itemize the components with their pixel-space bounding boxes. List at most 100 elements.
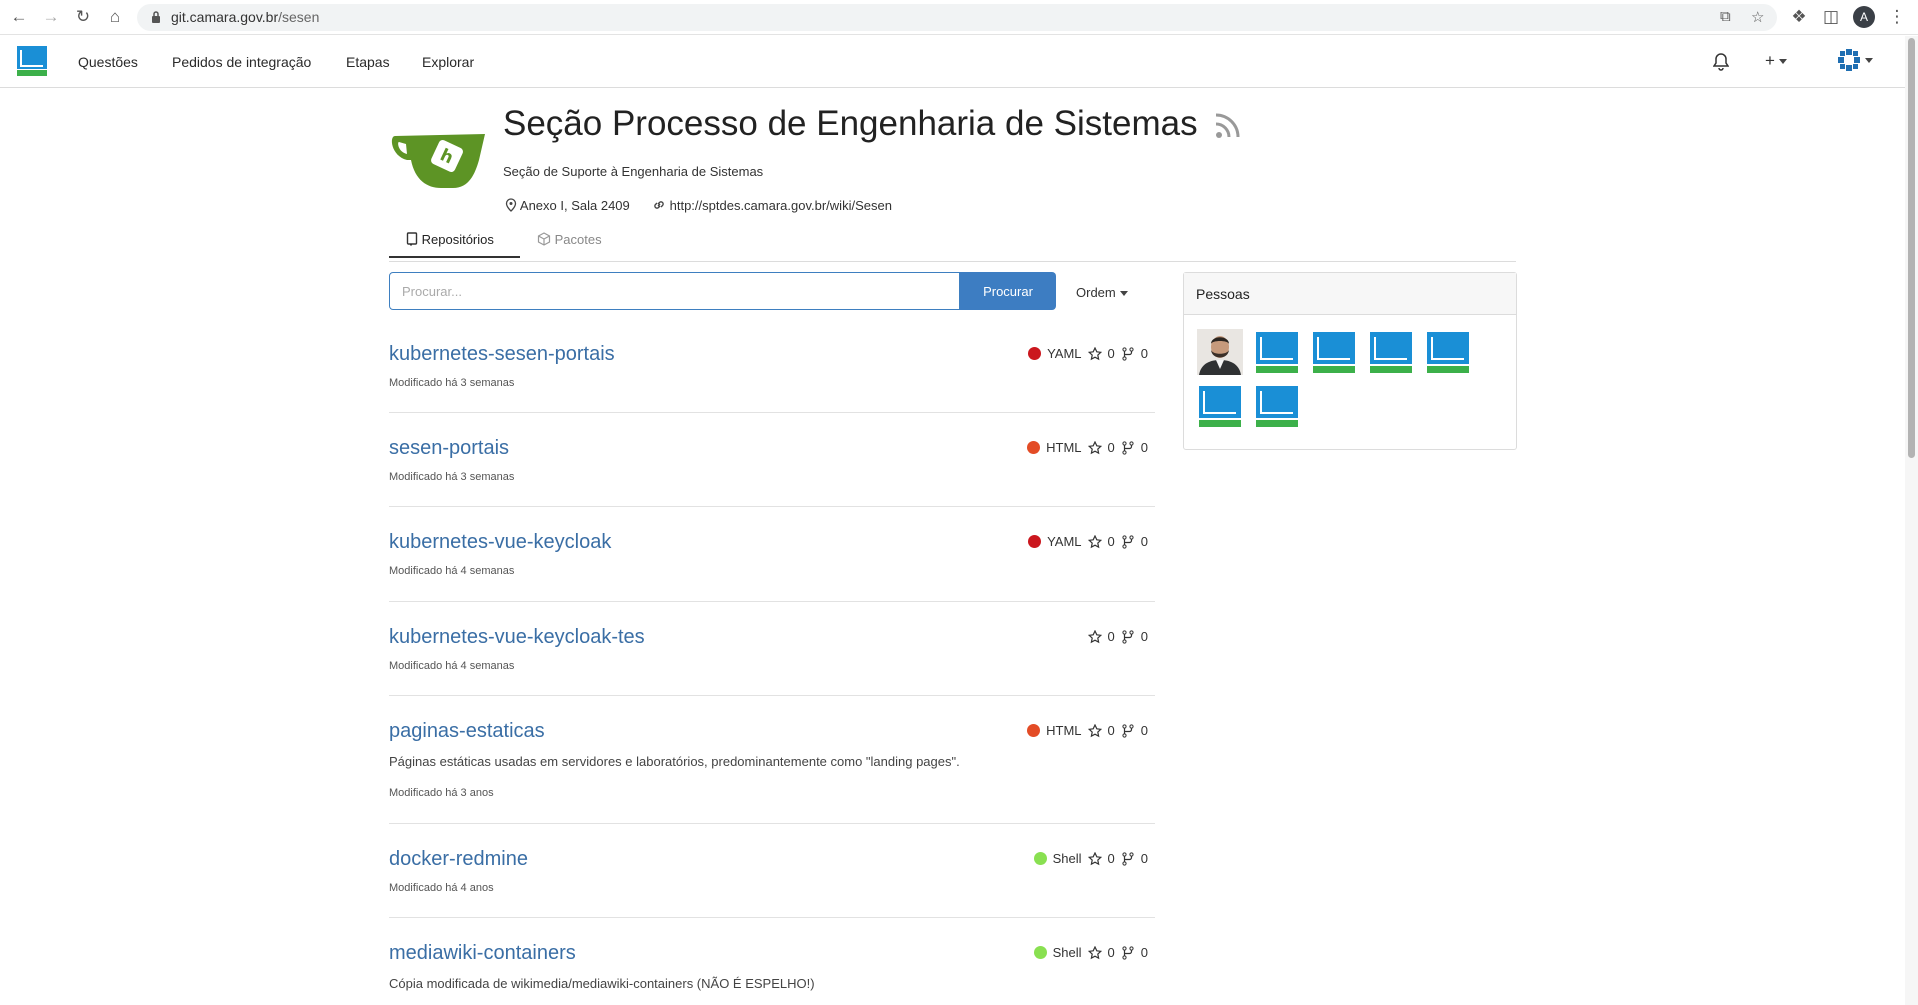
member-avatar-logo[interactable]: [1197, 383, 1243, 429]
fork-count: 0: [1140, 629, 1148, 644]
repo-name-link[interactable]: paginas-estaticas: [389, 720, 545, 743]
chevron-down-icon: [1119, 291, 1128, 297]
repo-language: YAML: [1047, 534, 1082, 549]
extensions-icon[interactable]: ❖: [1788, 6, 1810, 28]
repo-name-link[interactable]: mediawiki-containers: [389, 942, 576, 965]
create-new-button[interactable]: +: [1765, 51, 1787, 71]
repo-name-link[interactable]: kubernetes-sesen-portais: [389, 343, 615, 366]
scrollbar-thumb[interactable]: [1908, 38, 1915, 458]
repo-modified: Modificado há 4 semanas: [389, 565, 515, 577]
tab-repositories[interactable]: Repositórios: [389, 232, 520, 258]
sort-dropdown[interactable]: Ordem: [1076, 285, 1128, 300]
repo-modified: Modificado há 3 anos: [389, 787, 494, 799]
tab-packages-label: Pacotes: [554, 232, 602, 247]
user-menu-button[interactable]: [1837, 48, 1873, 72]
repo-item: docker-redmine Modificado há 4 anos Shel…: [389, 824, 1155, 918]
org-website-link[interactable]: http://sptdes.camara.gov.br/wiki/Sesen: [670, 198, 892, 213]
language-color-dot: [1033, 946, 1047, 959]
org-avatar-gitea-logo: h: [391, 134, 485, 188]
fork-icon[interactable]: [1121, 945, 1135, 960]
repo-stats: 0 0: [1087, 629, 1148, 644]
browser-toolbar: ← → ↻ ⌂ git.camara.gov.br/sesen ⧉ ☆ ❖ ◫ …: [0, 0, 1918, 35]
star-icon[interactable]: [1087, 851, 1102, 866]
repo-item: kubernetes-sesen-portais Modificado há 3…: [389, 325, 1155, 413]
member-avatar-photo[interactable]: [1197, 329, 1243, 375]
language-color-dot: [1027, 441, 1041, 454]
star-count: 0: [1107, 629, 1115, 644]
nav-explore[interactable]: Explorar: [422, 54, 474, 70]
repo-stats: Shell 0 0: [1033, 851, 1148, 866]
repo-stats: Shell 0 0: [1033, 945, 1148, 960]
forward-icon[interactable]: →: [40, 6, 62, 28]
star-icon[interactable]: [1087, 945, 1102, 960]
fork-icon[interactable]: [1121, 534, 1135, 549]
nav-issues[interactable]: Questões: [78, 54, 138, 70]
org-location-text: Anexo I, Sala 2409: [519, 198, 630, 213]
fork-icon[interactable]: [1121, 440, 1135, 455]
repo-item: kubernetes-vue-keycloak-tes Modificado h…: [389, 602, 1155, 696]
browser-profile-avatar[interactable]: A: [1853, 6, 1875, 28]
tab-packages[interactable]: Pacotes: [537, 232, 602, 256]
fork-icon[interactable]: [1121, 851, 1135, 866]
top-navbar: Questões Pedidos de integração Etapas Ex…: [0, 36, 1905, 88]
fork-icon[interactable]: [1121, 346, 1135, 361]
member-avatar-logo[interactable]: [1368, 329, 1414, 375]
star-icon[interactable]: [1087, 723, 1102, 738]
address-bar[interactable]: git.camara.gov.br/sesen ⧉ ☆: [137, 4, 1777, 31]
share-icon[interactable]: ⧉: [1720, 8, 1731, 25]
url-text: git.camara.gov.br/sesen: [171, 9, 320, 25]
fork-count: 0: [1140, 945, 1148, 960]
star-icon[interactable]: [1087, 629, 1102, 644]
repo-name-link[interactable]: docker-redmine: [389, 848, 528, 871]
repo-name-link[interactable]: kubernetes-vue-keycloak-tes: [389, 626, 645, 649]
nav-pull-requests[interactable]: Pedidos de integração: [172, 54, 311, 70]
star-icon[interactable]: [1087, 346, 1102, 361]
people-title: Pessoas: [1184, 273, 1516, 315]
rss-feed-icon[interactable]: [1213, 110, 1243, 140]
reload-icon[interactable]: ↻: [72, 6, 94, 28]
browser-menu-icon[interactable]: ⋮: [1886, 6, 1908, 28]
plus-icon: +: [1765, 51, 1775, 70]
bookmark-star-icon[interactable]: ☆: [1751, 8, 1764, 26]
repo-item: paginas-estaticas Páginas estáticas usad…: [389, 696, 1155, 824]
nav-milestones[interactable]: Etapas: [346, 54, 390, 70]
star-count: 0: [1107, 723, 1115, 738]
fork-icon[interactable]: [1121, 723, 1135, 738]
member-avatar-logo[interactable]: [1425, 329, 1471, 375]
home-icon[interactable]: ⌂: [104, 6, 126, 28]
repo-name-link[interactable]: kubernetes-vue-keycloak: [389, 531, 611, 554]
repo-language: Shell: [1052, 945, 1082, 960]
org-description: Seção de Suporte à Engenharia de Sistema…: [503, 164, 764, 179]
repo-language: HTML: [1046, 440, 1082, 455]
member-avatar-logo[interactable]: [1254, 329, 1300, 375]
repo-name-link[interactable]: sesen-portais: [389, 437, 509, 460]
fork-icon[interactable]: [1121, 629, 1135, 644]
site-logo-icon[interactable]: [17, 46, 47, 76]
language-color-dot: [1033, 852, 1047, 865]
star-count: 0: [1107, 440, 1115, 455]
repo-search-input[interactable]: [389, 272, 960, 310]
member-avatar-logo[interactable]: [1311, 329, 1357, 375]
user-avatar-icon: [1838, 49, 1860, 71]
star-icon[interactable]: [1087, 534, 1102, 549]
chevron-down-icon: [1778, 59, 1787, 65]
star-icon[interactable]: [1087, 440, 1102, 455]
member-avatar-logo[interactable]: [1254, 383, 1300, 429]
repo-language: Shell: [1052, 851, 1082, 866]
tab-repositories-label: Repositórios: [421, 232, 494, 247]
chevron-down-icon: [1865, 57, 1873, 63]
search-button[interactable]: Procurar: [960, 272, 1056, 310]
side-panel-icon[interactable]: ◫: [1820, 6, 1842, 28]
fork-count: 0: [1140, 534, 1148, 549]
notification-bell-icon[interactable]: [1713, 53, 1729, 71]
repo-description: Cópia modificada de wikimedia/mediawiki-…: [389, 976, 815, 991]
repo-stats: YAML 0 0: [1028, 534, 1148, 549]
repo-language: YAML: [1047, 346, 1082, 361]
tabs-divider: [389, 261, 1516, 262]
repo-icon: [406, 232, 418, 246]
org-website[interactable]: http://sptdes.camara.gov.br/wiki/Sesen: [652, 198, 892, 213]
star-count: 0: [1107, 534, 1115, 549]
link-icon: [654, 201, 664, 209]
back-icon[interactable]: ←: [8, 6, 30, 28]
org-title: Seção Processo de Engenharia de Sistemas: [503, 104, 1198, 143]
